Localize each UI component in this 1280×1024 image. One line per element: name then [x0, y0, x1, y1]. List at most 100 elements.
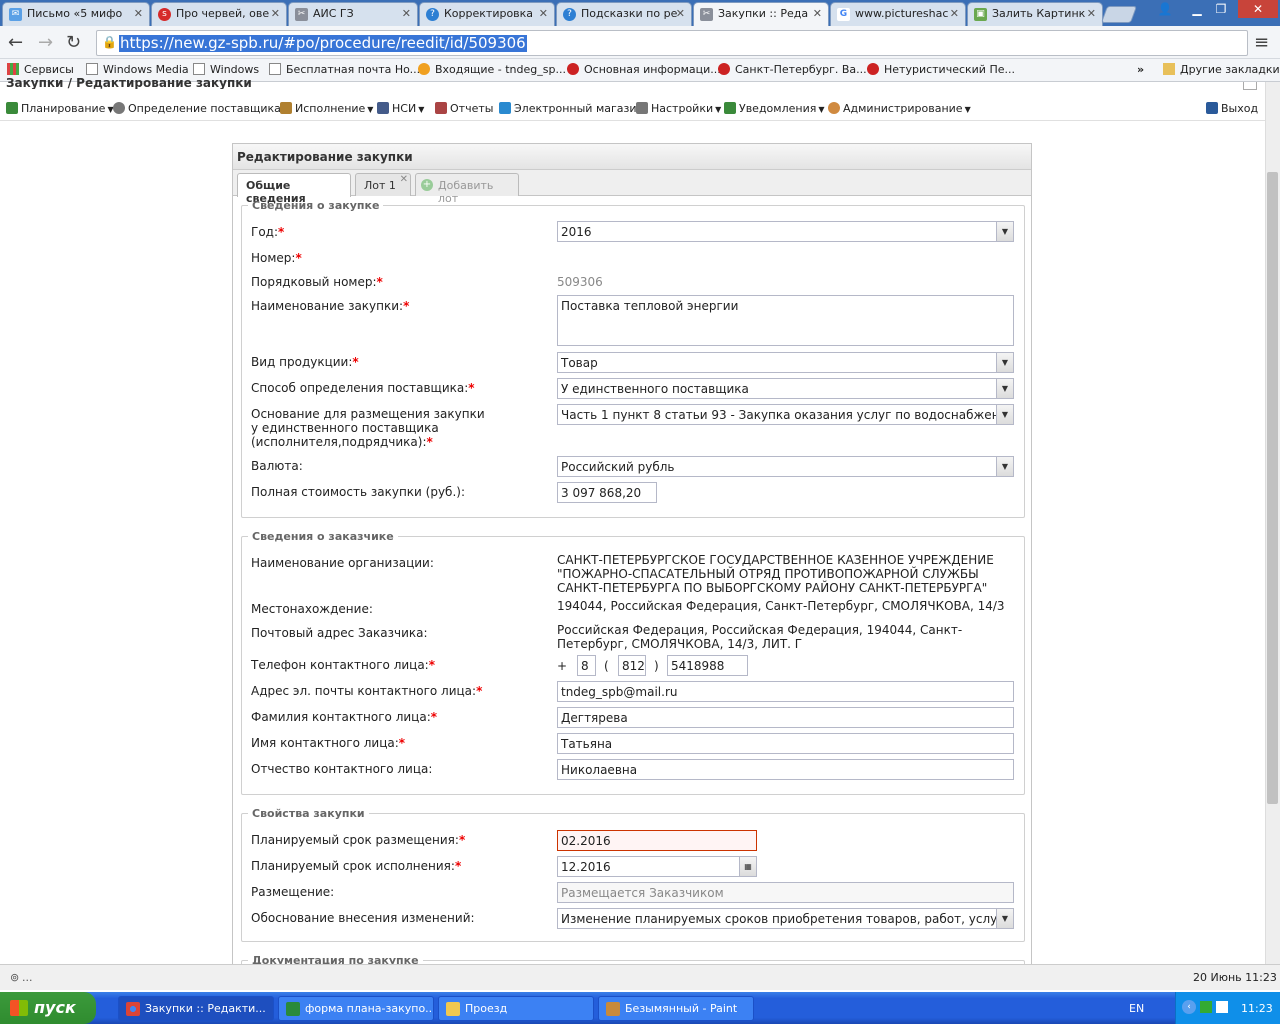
- browser-tab[interactable]: s Про червей, ове ✕: [151, 2, 287, 26]
- folder-icon: [1163, 63, 1175, 75]
- menu-icon[interactable]: ≡: [1254, 32, 1269, 53]
- language-indicator[interactable]: EN: [1129, 1002, 1144, 1015]
- browser-tab-active[interactable]: ✂ Закупки :: Реда ✕: [693, 2, 829, 26]
- address-bar[interactable]: 🔒 https://new.gz-spb.ru/#po/procedure/re…: [96, 30, 1248, 56]
- system-tray: ‹ 11:23: [1175, 992, 1280, 1024]
- phone-code-input[interactable]: 812: [618, 655, 646, 676]
- patronymic-label: Отчество контактного лица:: [251, 762, 433, 776]
- browser-tab[interactable]: Gwww.pictureshac ✕: [830, 2, 966, 26]
- user-icon[interactable]: 👤: [1152, 0, 1178, 18]
- bookmark-item[interactable]: Нетуристический Пе...: [867, 63, 1015, 76]
- logout-button[interactable]: Выход: [1206, 102, 1258, 115]
- taskbar-item[interactable]: форма плана-закупо...: [278, 996, 434, 1021]
- close-icon[interactable]: ✕: [271, 7, 280, 20]
- menu-item-reports[interactable]: Отчеты: [435, 102, 493, 115]
- close-icon[interactable]: ✕: [950, 7, 959, 20]
- calendar-icon[interactable]: ▦: [739, 857, 756, 876]
- placement-label: Размещение:: [251, 885, 335, 899]
- status-icon: ⊚: [10, 971, 20, 984]
- tab-label: Залить Картинк: [992, 7, 1086, 20]
- other-bookmarks[interactable]: Другие закладки: [1163, 63, 1280, 76]
- phone-number-input[interactable]: 5418988: [667, 655, 748, 676]
- tab-general[interactable]: Общие сведения: [237, 173, 351, 205]
- patronymic-input[interactable]: Николаевна: [557, 759, 1014, 780]
- close-icon[interactable]: ✕: [676, 7, 685, 20]
- tab-label: www.pictureshac: [855, 7, 949, 20]
- exit-icon: [1206, 102, 1218, 114]
- menu-item-settings[interactable]: Настройки ▼: [636, 102, 721, 115]
- menu-item-eshop[interactable]: Электронный магазин: [499, 102, 644, 115]
- surname-input[interactable]: Дегтярева: [557, 707, 1014, 728]
- menu-item-planning[interactable]: Планирование ▼: [6, 102, 114, 115]
- bookmark-item[interactable]: Windows: [193, 63, 259, 76]
- currency-select[interactable]: Российский рубль ▼: [557, 456, 1014, 477]
- browser-tab[interactable]: ▣ Залить Картинк ✕: [967, 2, 1103, 26]
- year-select[interactable]: 2016 ▼: [557, 221, 1014, 242]
- close-icon[interactable]: ✕: [402, 7, 411, 20]
- phone-country-input[interactable]: 8: [577, 655, 596, 676]
- bookmarks-overflow[interactable]: »: [1137, 63, 1144, 76]
- bookmark-item[interactable]: Основная информаци...: [567, 63, 721, 76]
- email-input[interactable]: tndeg_spb@mail.ru: [557, 681, 1014, 702]
- taskbar-item[interactable]: Проезд: [438, 996, 594, 1021]
- browser-tab[interactable]: ? Подсказки по ре ✕: [556, 2, 692, 26]
- method-select[interactable]: У единственного поставщика ▼: [557, 378, 1014, 399]
- tools-icon: ✂: [295, 8, 308, 21]
- close-icon[interactable]: ✕: [813, 7, 822, 20]
- close-icon[interactable]: ✕: [1087, 7, 1096, 20]
- tab-lot-1[interactable]: Лот 1 ✕: [355, 173, 411, 196]
- taskbar-item[interactable]: Закупки :: Редакти...: [118, 996, 274, 1021]
- close-icon[interactable]: ✕: [400, 174, 408, 185]
- bookmark-item[interactable]: Windows Media: [86, 63, 189, 76]
- basis-select[interactable]: Часть 1 пункт 8 статьи 93 - Закупка оказ…: [557, 404, 1014, 425]
- browser-tab[interactable]: ✂ АИС ГЗ ✕: [288, 2, 418, 26]
- close-window-icon[interactable]: ✕: [1238, 0, 1278, 18]
- page-icon: [193, 63, 205, 75]
- phone-plus: +: [557, 659, 568, 673]
- network-icon[interactable]: [1216, 1001, 1228, 1013]
- minimize-icon[interactable]: ▁: [1184, 0, 1210, 18]
- chevron-down-icon: ▼: [996, 353, 1013, 372]
- reload-icon[interactable]: ↻: [66, 32, 81, 53]
- tray-expand-icon[interactable]: ‹: [1182, 1000, 1196, 1014]
- book-icon: [377, 102, 389, 114]
- purchase-name-textarea[interactable]: Поставка тепловой энергии: [557, 295, 1014, 346]
- total-cost-input[interactable]: 3 097 868,20: [557, 482, 657, 503]
- exec-date-input[interactable]: 12.2016 ▦: [557, 856, 757, 877]
- start-button[interactable]: пуск: [0, 992, 96, 1024]
- menu-item-execution[interactable]: Исполнение ▼: [280, 102, 373, 115]
- bookmark-item[interactable]: Санкт-Петербург. Ва...: [718, 63, 867, 76]
- plan-date-input[interactable]: 02.2016: [557, 830, 757, 851]
- menu-item-admin[interactable]: Администрирование ▼: [828, 102, 971, 115]
- taskbar-item[interactable]: Безымянный - Paint: [598, 996, 754, 1021]
- product-type-select[interactable]: Товар ▼: [557, 352, 1014, 373]
- bookmark-item[interactable]: Бесплатная почта Ho...: [269, 63, 420, 76]
- restore-icon[interactable]: ❐: [1208, 0, 1234, 18]
- add-lot-button[interactable]: + Добавить лот: [415, 173, 519, 205]
- tray-app-icon[interactable]: [1200, 1001, 1212, 1013]
- windows-logo-icon: [10, 1000, 28, 1016]
- scrollbar-thumb[interactable]: [1267, 172, 1278, 804]
- close-icon[interactable]: ✕: [134, 7, 143, 20]
- gear-icon: [567, 63, 579, 75]
- new-tab-button[interactable]: [1100, 6, 1138, 23]
- browser-tab[interactable]: ✉ Письмо «5 мифо ✕: [2, 2, 150, 26]
- close-icon[interactable]: ✕: [539, 7, 548, 20]
- bookmark-item[interactable]: Сервисы: [7, 63, 74, 76]
- browser-tab[interactable]: ? Корректировка ✕: [419, 2, 555, 26]
- org-name-label: Наименование организации:: [251, 556, 434, 570]
- mail-icon: ✉: [9, 8, 22, 21]
- change-reason-label: Обоснование внесения изменений:: [251, 911, 475, 925]
- firstname-input[interactable]: Татьяна: [557, 733, 1014, 754]
- menu-item-supplier[interactable]: Определение поставщика▼: [113, 102, 289, 115]
- url-text[interactable]: https://new.gz-spb.ru/#po/procedure/reed…: [119, 35, 527, 52]
- menu-item-notifications[interactable]: Уведомления ▼: [724, 102, 825, 115]
- bookmark-item[interactable]: Входящие - tndeg_sp...: [418, 63, 566, 76]
- back-icon[interactable]: ←: [8, 32, 23, 53]
- forward-icon[interactable]: →: [38, 32, 53, 53]
- plan-icon: [6, 102, 18, 114]
- collapse-icon[interactable]: [1243, 82, 1257, 90]
- menu-item-nsi[interactable]: НСИ ▼: [377, 102, 424, 115]
- clock[interactable]: 11:23: [1241, 1002, 1273, 1015]
- change-reason-select[interactable]: Изменение планируемых сроков приобретени…: [557, 908, 1014, 929]
